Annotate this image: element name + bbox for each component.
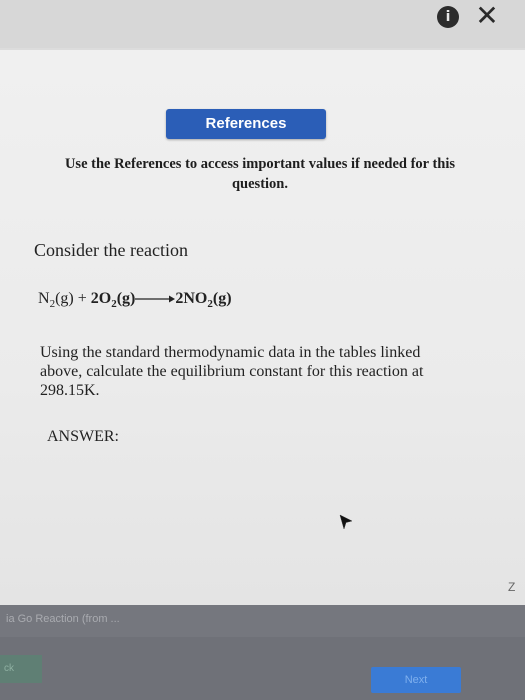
reaction-intro: Consider the reaction bbox=[34, 240, 188, 260]
info-icon[interactable]: i bbox=[437, 6, 459, 28]
references-button[interactable]: References bbox=[166, 109, 326, 139]
reactant-o2: 2O2(g) bbox=[90, 290, 136, 311]
question-text: Using the standard thermodynamic data in… bbox=[40, 344, 424, 399]
next-button[interactable]: Next bbox=[371, 667, 461, 693]
answer-label: ANSWER: bbox=[47, 428, 119, 445]
side-letter: Z bbox=[508, 580, 516, 594]
mouse-cursor-icon bbox=[339, 514, 353, 530]
product-no2: 2NO2(g) bbox=[175, 290, 232, 311]
reactant-n2: N2(g) bbox=[38, 290, 74, 311]
reaction-equation: N2(g) + 2O2(g) 2NO2(g) bbox=[38, 290, 232, 310]
references-note: Use the References to access important v… bbox=[64, 156, 456, 192]
reaction-arrow-icon bbox=[135, 295, 176, 303]
plus-sign: + bbox=[77, 290, 87, 307]
footer-title: ia Go Reaction (from ... bbox=[6, 613, 120, 625]
back-button[interactable]: ck bbox=[0, 655, 42, 683]
close-icon[interactable]: ✕ bbox=[473, 0, 501, 32]
